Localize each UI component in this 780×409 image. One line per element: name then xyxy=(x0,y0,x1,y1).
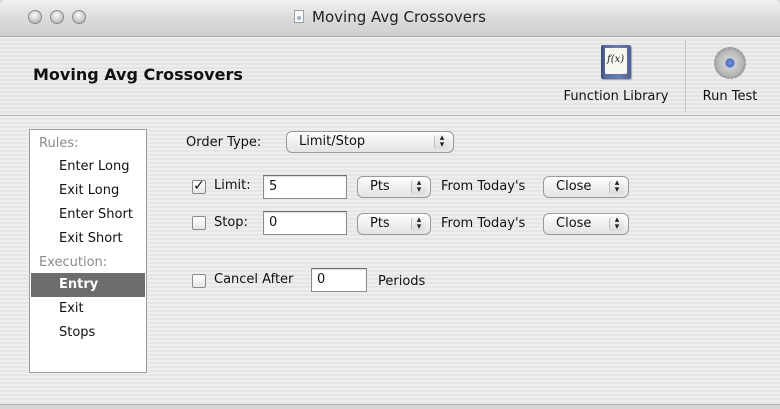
window-title: Moving Avg Crossovers xyxy=(312,8,486,26)
select-arrows-icon: ▴ ▾ xyxy=(609,179,624,195)
select-arrows-icon: ▴ ▾ xyxy=(434,134,449,150)
toolbar-separator xyxy=(685,41,686,111)
document-icon xyxy=(294,10,305,23)
title-bar[interactable]: Moving Avg Crossovers xyxy=(0,0,780,37)
function-library-label: Function Library xyxy=(563,89,669,104)
order-type-value: Limit/Stop xyxy=(299,134,366,149)
stop-value-field[interactable]: 0 xyxy=(263,211,347,235)
select-arrows-icon: ▴ ▾ xyxy=(411,216,426,232)
sidebar-item-stops[interactable]: Stops xyxy=(31,321,145,345)
sidebar-group-execution: Execution: xyxy=(39,255,108,270)
stop-unit-value: Pts xyxy=(370,216,390,231)
cancel-after-checkbox[interactable] xyxy=(192,274,206,288)
sidebar: Rules: Enter Long Exit Long Enter Short … xyxy=(29,129,147,373)
limit-price-select[interactable]: Close ▴ ▾ xyxy=(543,176,629,198)
order-type-select[interactable]: Limit/Stop ▴ ▾ xyxy=(286,131,454,153)
page-title: Moving Avg Crossovers xyxy=(33,65,243,84)
order-type-label: Order Type: xyxy=(186,135,262,150)
cancel-after-field[interactable]: 0 xyxy=(311,268,367,292)
limit-unit-value: Pts xyxy=(370,179,390,194)
sidebar-item-exit-short[interactable]: Exit Short xyxy=(31,227,145,251)
stop-price-select[interactable]: Close ▴ ▾ xyxy=(543,213,629,235)
sidebar-item-entry[interactable]: Entry xyxy=(31,273,145,297)
select-arrows-icon: ▴ ▾ xyxy=(609,216,624,232)
sidebar-item-exit[interactable]: Exit xyxy=(31,297,145,321)
window-title-wrap: Moving Avg Crossovers xyxy=(0,8,780,26)
sidebar-item-enter-long[interactable]: Enter Long xyxy=(31,155,145,179)
stop-label: Stop: xyxy=(214,215,248,230)
stop-from-label: From Today's xyxy=(441,216,526,231)
function-library-button[interactable]: f(x) Function Library xyxy=(560,43,672,104)
select-arrows-icon: ▴ ▾ xyxy=(411,179,426,195)
function-library-icon-text: f(x) xyxy=(607,54,625,65)
periods-label: Periods xyxy=(378,274,426,289)
function-library-icon: f(x) xyxy=(601,45,631,79)
toolbar-header: Moving Avg Crossovers f(x) Function Libr… xyxy=(0,37,780,116)
stop-unit-select[interactable]: Pts ▴ ▾ xyxy=(357,213,431,235)
run-test-label: Run Test xyxy=(702,89,758,104)
limit-unit-select[interactable]: Pts ▴ ▾ xyxy=(357,176,431,198)
window-bottom-edge xyxy=(0,404,780,409)
gear-icon xyxy=(714,47,746,79)
limit-price-value: Close xyxy=(556,179,592,194)
stop-price-value: Close xyxy=(556,216,592,231)
cancel-after-label: Cancel After xyxy=(214,272,294,287)
stop-checkbox[interactable] xyxy=(192,216,206,230)
limit-value-field[interactable]: 5 xyxy=(263,175,347,199)
sidebar-item-exit-long[interactable]: Exit Long xyxy=(31,179,145,203)
checkmark-icon: ✓ xyxy=(193,178,205,194)
limit-from-label: From Today's xyxy=(441,179,526,194)
sidebar-group-rules: Rules: xyxy=(39,136,79,151)
window: Moving Avg Crossovers Moving Avg Crossov… xyxy=(0,0,780,409)
sidebar-item-enter-short[interactable]: Enter Short xyxy=(31,203,145,227)
limit-checkbox[interactable]: ✓ xyxy=(192,178,206,194)
run-test-button[interactable]: Run Test xyxy=(690,43,770,104)
limit-label: Limit: xyxy=(214,178,251,193)
